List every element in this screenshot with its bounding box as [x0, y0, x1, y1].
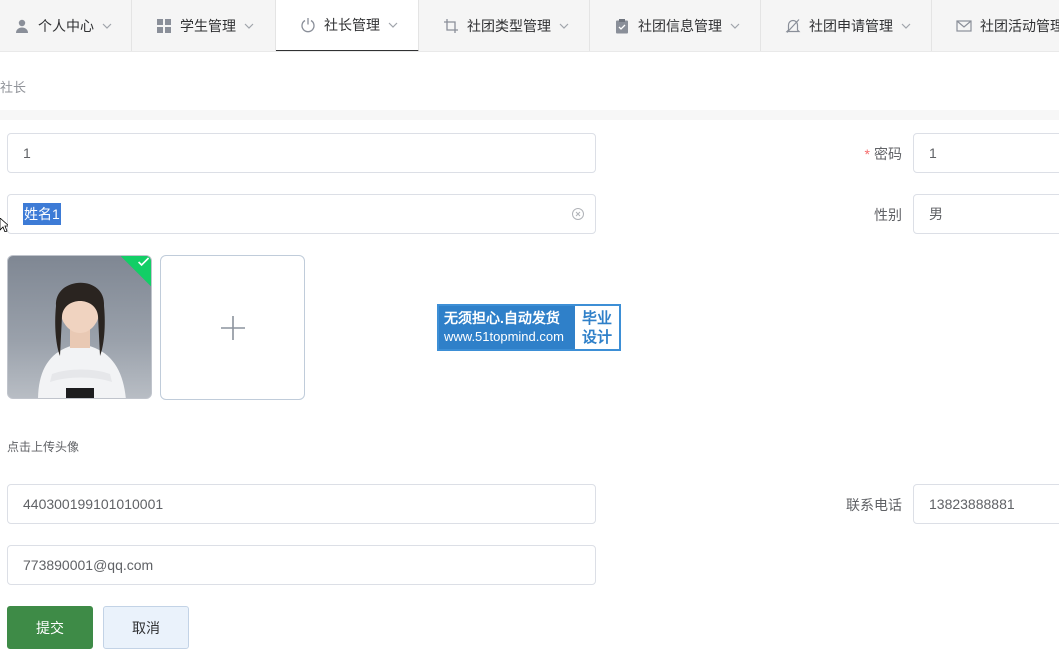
id-number-input[interactable]: 440300199101010001 [7, 484, 596, 524]
watermark-right: 毕业 设计 [575, 306, 619, 349]
name-value: 姓名1 [23, 203, 61, 225]
chevron-down-icon [730, 21, 740, 31]
account-value: 1 [23, 145, 31, 161]
nav-item-label: 社团信息管理 [638, 18, 722, 34]
password-value: 1 [929, 145, 937, 161]
nav-item-club-info-management[interactable]: 社团信息管理 [590, 0, 761, 51]
phone-input[interactable]: 13823888881 [913, 484, 1059, 524]
nav-item-personal-center[interactable]: 个人中心 [0, 0, 132, 51]
password-label-text: 密码 [874, 146, 902, 162]
chevron-down-icon [388, 20, 398, 30]
nav-item-label: 社团活动管理 [980, 18, 1059, 34]
account-input[interactable]: 1 [7, 133, 596, 173]
phone-label: 联系电话 [846, 497, 902, 513]
nav-item-label: 个人中心 [38, 18, 94, 34]
nav-item-label: 社长管理 [324, 17, 380, 33]
chevron-down-icon [102, 21, 112, 31]
id-number-value: 440300199101010001 [23, 496, 164, 512]
avatar-image[interactable] [7, 255, 152, 399]
email-value: 773890001@qq.com [23, 557, 154, 573]
phone-value: 13823888881 [929, 496, 1015, 512]
mouse-cursor-icon [0, 218, 8, 232]
top-nav: 个人中心 学生管理 社长管理 社团类型管理 社团信息管理 社团申请管理 社团活动… [0, 0, 1059, 52]
nav-item-label: 社团申请管理 [809, 18, 893, 34]
upload-tip: 点击上传头像 [7, 440, 80, 454]
watermark-right1: 毕业 [581, 309, 612, 327]
watermark-line2: www.51topmind.com [444, 329, 564, 344]
chevron-down-icon [559, 21, 569, 31]
avatar-photo [38, 282, 126, 398]
email-input[interactable]: 773890001@qq.com [7, 545, 596, 585]
watermark-left: 无须担心.自动发货 www.51topmind.com [439, 306, 575, 349]
plus-icon [220, 315, 245, 340]
password-label: * 密码 [830, 144, 902, 164]
user-icon [14, 18, 30, 34]
gender-value: 男 [929, 206, 943, 222]
gender-label: 性别 [874, 207, 902, 223]
breadcrumb-bar: 社长 [0, 62, 1059, 110]
required-mark: * [864, 146, 870, 162]
clear-icon[interactable] [571, 207, 585, 221]
watermark-right2: 设计 [581, 328, 612, 346]
nav-item-president-management[interactable]: 社长管理 [276, 0, 419, 51]
cancel-button[interactable]: 取消 [103, 606, 189, 649]
crop-icon [443, 18, 459, 34]
nav-item-student-management[interactable]: 学生管理 [132, 0, 276, 51]
upload-button[interactable] [160, 255, 305, 400]
clipboard-icon [614, 18, 630, 34]
nav-item-label: 学生管理 [180, 18, 236, 34]
nav-item-label: 社团类型管理 [467, 18, 551, 34]
grid-icon [156, 18, 172, 34]
chevron-down-icon [244, 21, 254, 31]
gender-select[interactable]: 男 [913, 194, 1059, 234]
breadcrumb: 社长 [0, 79, 27, 95]
submit-button[interactable]: 提交 [7, 606, 93, 649]
chevron-down-icon [901, 21, 911, 31]
divider [0, 110, 1059, 120]
nav-item-club-application-management[interactable]: 社团申请管理 [761, 0, 932, 51]
password-input[interactable]: 1 [913, 133, 1059, 173]
check-icon [138, 257, 150, 267]
name-input[interactable]: 姓名1 [7, 194, 596, 234]
watermark-badge: 无须担心.自动发货 www.51topmind.com 毕业 设计 [437, 304, 621, 351]
bell-off-icon [785, 18, 801, 34]
mail-icon [956, 18, 972, 34]
nav-item-club-activity-management[interactable]: 社团活动管理 [932, 0, 1059, 51]
power-icon [300, 17, 316, 33]
watermark-line1: 无须担心.自动发货 [444, 310, 560, 326]
nav-item-club-type-management[interactable]: 社团类型管理 [419, 0, 590, 51]
